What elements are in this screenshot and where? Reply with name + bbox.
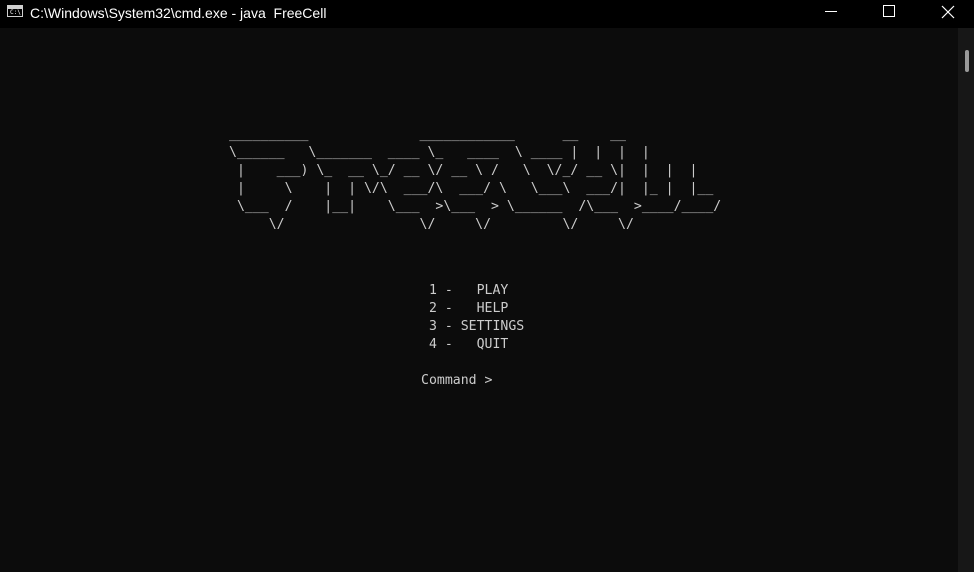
cmd-app-icon[interactable]: C:\ [7, 5, 23, 17]
console-output[interactable]: __________ ____________ __ __ \______ \_… [0, 28, 958, 572]
main-menu: 1 - PLAY 2 - HELP 3 - SETTINGS 4 - QUIT [421, 282, 524, 354]
console-window: C:\ C:\Windows\System32\cmd.exe - java F… [0, 0, 974, 572]
window-title: C:\Windows\System32\cmd.exe - java FreeC… [30, 5, 327, 21]
menu-item-play: 1 - PLAY [421, 283, 509, 298]
menu-item-quit: 4 - QUIT [421, 337, 509, 352]
maximize-button[interactable] [866, 0, 912, 28]
menu-item-help: 2 - HELP [421, 301, 509, 316]
freecell-ascii-logo: __________ ____________ __ __ \______ \_… [229, 127, 722, 232]
menu-item-settings: 3 - SETTINGS [421, 319, 525, 334]
vertical-scrollbar[interactable] [958, 28, 974, 572]
scrollbar-thumb[interactable] [965, 50, 969, 72]
command-prompt[interactable]: Command > [421, 372, 500, 390]
minimize-button[interactable] [808, 0, 854, 28]
close-button[interactable] [925, 0, 971, 28]
close-icon [941, 5, 955, 19]
title-bar[interactable]: C:\ C:\Windows\System32\cmd.exe - java F… [0, 0, 974, 28]
